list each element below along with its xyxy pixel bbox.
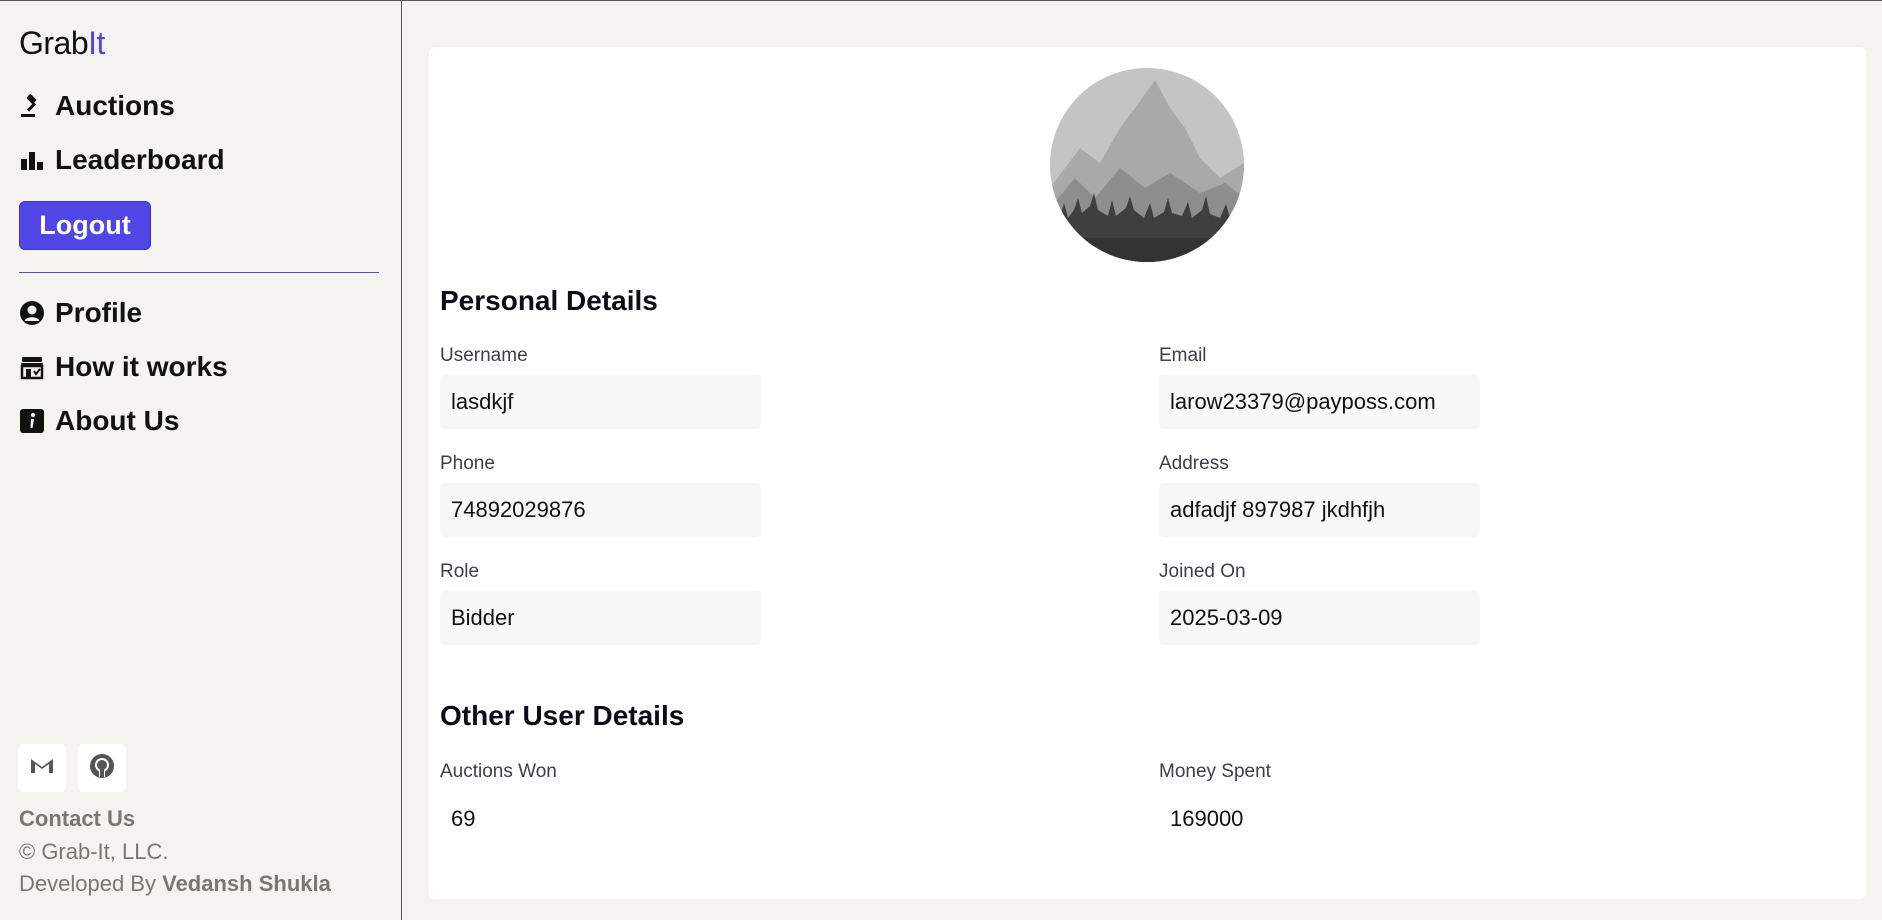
logo-accent: It <box>88 25 105 61</box>
developer-prefix: Developed By <box>19 871 156 896</box>
phone-label: Phone <box>440 453 495 474</box>
nav-profile[interactable]: Profile <box>19 297 142 329</box>
bar-chart-icon <box>19 147 45 173</box>
joined-on-label: Joined On <box>1159 561 1246 582</box>
email-label: Email <box>1159 345 1207 366</box>
address-label: Address <box>1159 453 1229 474</box>
username-field: lasdkjf <box>440 375 761 429</box>
money-spent-value: 169000 <box>1170 806 1244 831</box>
store-icon <box>19 354 45 380</box>
nav-auctions[interactable]: Auctions <box>19 90 175 122</box>
app-logo[interactable]: GrabIt <box>19 25 105 62</box>
nav-leaderboard[interactable]: Leaderboard <box>19 144 225 176</box>
github-icon <box>88 752 116 785</box>
gavel-icon <box>19 93 45 119</box>
sidebar-divider <box>19 272 379 273</box>
nav-how-it-works-label: How it works <box>55 351 228 382</box>
auctions-won-value: 69 <box>451 806 476 831</box>
profile-card: Personal Details Username lasdkjf Email … <box>429 47 1866 899</box>
username-label: Username <box>440 345 528 366</box>
sidebar: GrabIt Auctions Leaderboard Logout Profi… <box>0 1 402 920</box>
gmail-link[interactable] <box>18 744 66 792</box>
nav-profile-label: Profile <box>55 297 143 328</box>
personal-details-heading: Personal Details <box>440 285 658 316</box>
logo-main: Grab <box>19 25 89 61</box>
nav-leaderboard-label: Leaderboard <box>55 144 225 175</box>
nav-about-us-label: About Us <box>55 405 180 436</box>
role-field: Bidder <box>440 591 761 645</box>
email-field: larow23379@payposs.com <box>1159 375 1480 429</box>
info-icon <box>19 408 45 434</box>
auctions-won-label: Auctions Won <box>440 761 557 782</box>
address-field: adfadjf 897987 jkdhfjh <box>1159 483 1480 537</box>
nav-about-us[interactable]: About Us <box>19 405 179 437</box>
joined-on-field: 2025-03-09 <box>1159 591 1480 645</box>
developer-name: Vedansh Shukla <box>162 871 331 896</box>
contact-us-link[interactable]: Contact Us <box>19 806 135 832</box>
github-link[interactable] <box>78 744 126 792</box>
nav-auctions-label: Auctions <box>55 90 175 121</box>
money-spent-label: Money Spent <box>1159 761 1271 782</box>
gmail-icon <box>28 752 56 785</box>
phone-field: 74892029876 <box>440 483 761 537</box>
role-label: Role <box>440 561 480 582</box>
user-circle-icon <box>19 300 45 326</box>
other-details-heading: Other User Details <box>440 700 685 731</box>
logout-button[interactable]: Logout <box>19 201 151 250</box>
developer-credit: Developed By Vedansh Shukla <box>19 871 331 897</box>
nav-how-it-works[interactable]: How it works <box>19 351 228 383</box>
profile-avatar <box>1050 68 1244 262</box>
copyright-text: © Grab-It, LLC. <box>19 839 169 864</box>
